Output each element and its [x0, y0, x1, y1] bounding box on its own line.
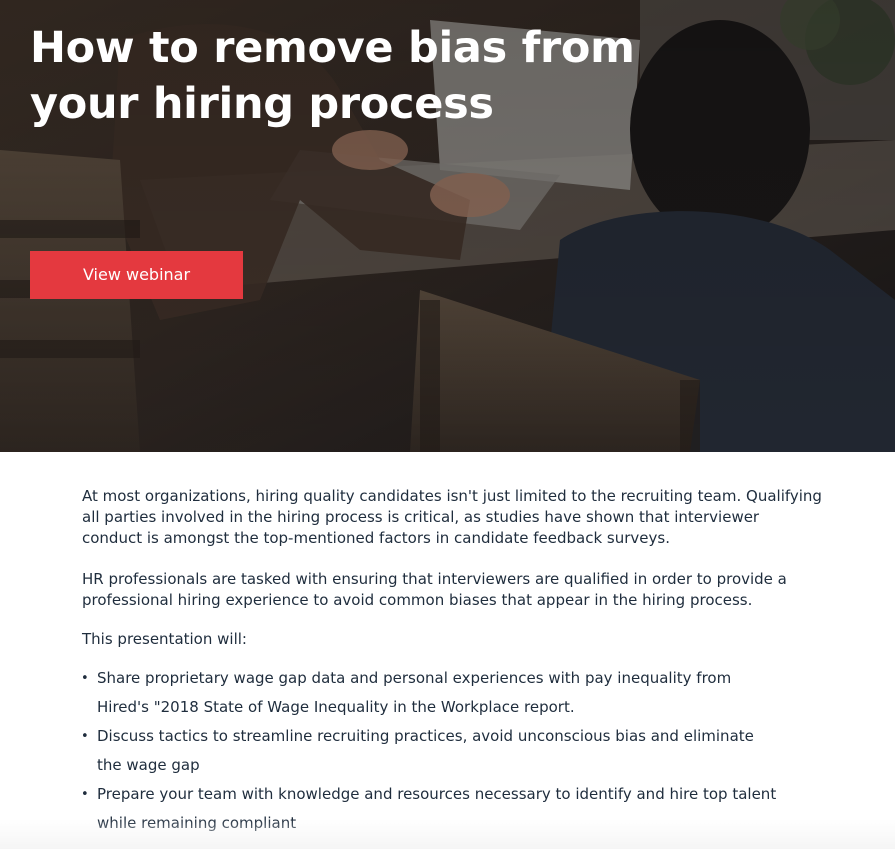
hero-banner: How to remove bias from your hiring proc…	[0, 0, 895, 452]
bullet-icon: •	[81, 787, 89, 802]
list-item-text: Share proprietary wage gap data and pers…	[97, 669, 732, 716]
page-title: How to remove bias from your hiring proc…	[30, 23, 635, 129]
presentation-bullet-list: • Share proprietary wage gap data and pe…	[81, 664, 822, 838]
article-body: At most organizations, hiring quality ca…	[81, 486, 822, 838]
presentation-lead: This presentation will:	[82, 630, 247, 648]
list-item-text: Discuss tactics to streamline recruiting…	[97, 727, 754, 774]
bullet-icon: •	[81, 729, 89, 744]
list-item: • Discuss tactics to streamline recruiti…	[81, 722, 822, 780]
hr-paragraph: HR professionals are tasked with ensurin…	[82, 570, 787, 609]
bullet-icon: •	[81, 671, 89, 686]
bottom-fade	[0, 819, 895, 849]
list-item: • Share proprietary wage gap data and pe…	[81, 664, 822, 722]
intro-paragraph: At most organizations, hiring quality ca…	[82, 487, 822, 547]
view-webinar-button[interactable]: View webinar	[30, 251, 243, 299]
